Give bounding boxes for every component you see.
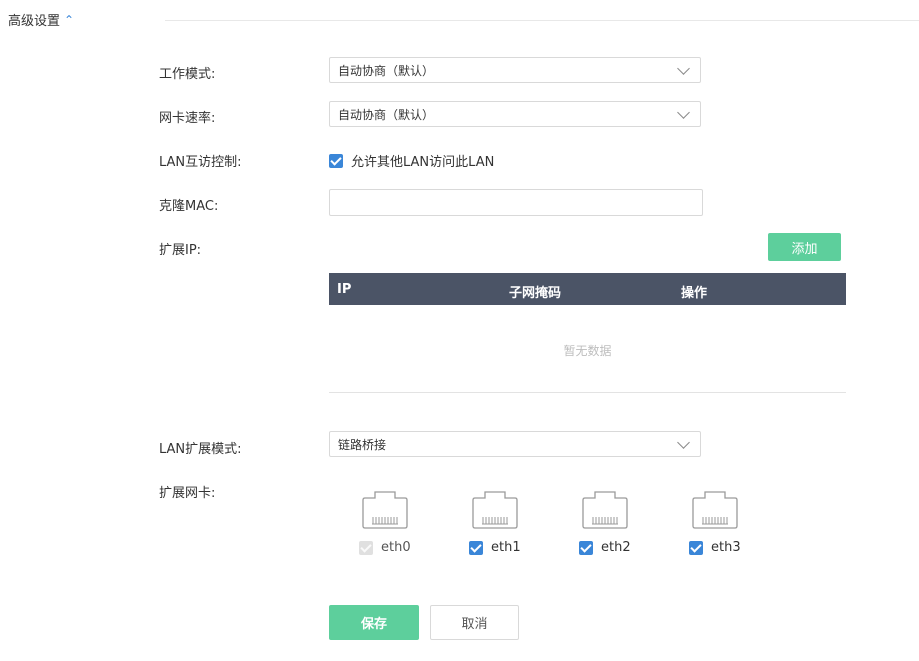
- ethernet-port-icon: [472, 491, 518, 529]
- nic-eth2-label: eth2: [601, 540, 631, 555]
- ethernet-port-icon: [582, 491, 628, 529]
- nic-eth1-checkbox[interactable]: [469, 540, 483, 555]
- nic-eth0-checkbox-group: eth0: [359, 540, 411, 555]
- ethernet-port-icon: [692, 491, 738, 529]
- lan-access-checkbox-label: 允许其他LAN访问此LAN: [351, 155, 495, 170]
- nic-eth1-checkbox-group[interactable]: eth1: [469, 540, 521, 555]
- lan-ext-mode-value: 链路桥接: [338, 437, 387, 452]
- nic-eth2-checkbox[interactable]: [579, 540, 593, 555]
- save-button[interactable]: 保存: [329, 605, 419, 640]
- nic-eth2: eth2: [579, 490, 639, 555]
- ext-ip-table-header: IP 子网掩码 操作: [329, 273, 846, 305]
- nic-speed-select[interactable]: 自动协商（默认）: [329, 101, 701, 127]
- table-bottom-divider: [329, 392, 846, 393]
- lan-ext-mode-label: LAN扩展模式:: [159, 442, 242, 457]
- table-empty-text: 暂无数据: [563, 344, 612, 358]
- clone-mac-label: 克隆MAC:: [159, 199, 219, 214]
- ethernet-port-icon: [362, 491, 408, 529]
- nic-speed-value: 自动协商（默认）: [338, 107, 435, 122]
- advanced-settings-toggle[interactable]: 高级设置 ⌃: [8, 10, 75, 30]
- lan-access-label: LAN互访控制:: [159, 155, 242, 170]
- chevron-up-icon: ⌃: [64, 12, 75, 27]
- nic-eth0: eth0: [359, 490, 419, 555]
- column-header-subnet-mask: 子网掩码: [509, 286, 562, 301]
- work-mode-label: 工作模式:: [159, 67, 216, 82]
- lan-ext-mode-select[interactable]: 链路桥接: [329, 431, 701, 457]
- nic-eth3: eth3: [689, 490, 749, 555]
- nic-eth3-label: eth3: [711, 540, 741, 555]
- work-mode-value: 自动协商（默认）: [338, 63, 435, 78]
- chevron-down-icon: [677, 105, 690, 119]
- chevron-down-icon: [677, 61, 690, 75]
- nic-eth0-checkbox: [359, 540, 373, 555]
- ext-ip-label: 扩展IP:: [159, 243, 202, 258]
- nic-speed-label: 网卡速率:: [159, 111, 216, 126]
- clone-mac-input[interactable]: [329, 189, 703, 216]
- section-title: 高级设置: [8, 14, 61, 29]
- nic-eth1: eth1: [469, 490, 529, 555]
- lan-access-checkbox-group[interactable]: 允许其他LAN访问此LAN: [329, 151, 494, 170]
- ext-nic-label: 扩展网卡:: [159, 486, 216, 501]
- nic-eth3-checkbox-group[interactable]: eth3: [689, 540, 741, 555]
- add-ip-button[interactable]: 添加: [768, 233, 841, 261]
- cancel-button[interactable]: 取消: [430, 605, 519, 640]
- nic-eth3-checkbox[interactable]: [689, 540, 703, 555]
- nic-eth1-label: eth1: [491, 540, 521, 555]
- nic-eth0-label: eth0: [381, 540, 411, 555]
- column-header-ip: IP: [337, 282, 352, 297]
- column-header-actions: 操作: [681, 286, 708, 301]
- work-mode-select[interactable]: 自动协商（默认）: [329, 57, 701, 83]
- lan-access-checkbox[interactable]: [329, 153, 343, 168]
- header-divider: [165, 20, 919, 21]
- nic-eth2-checkbox-group[interactable]: eth2: [579, 540, 631, 555]
- chevron-down-icon: [677, 435, 690, 449]
